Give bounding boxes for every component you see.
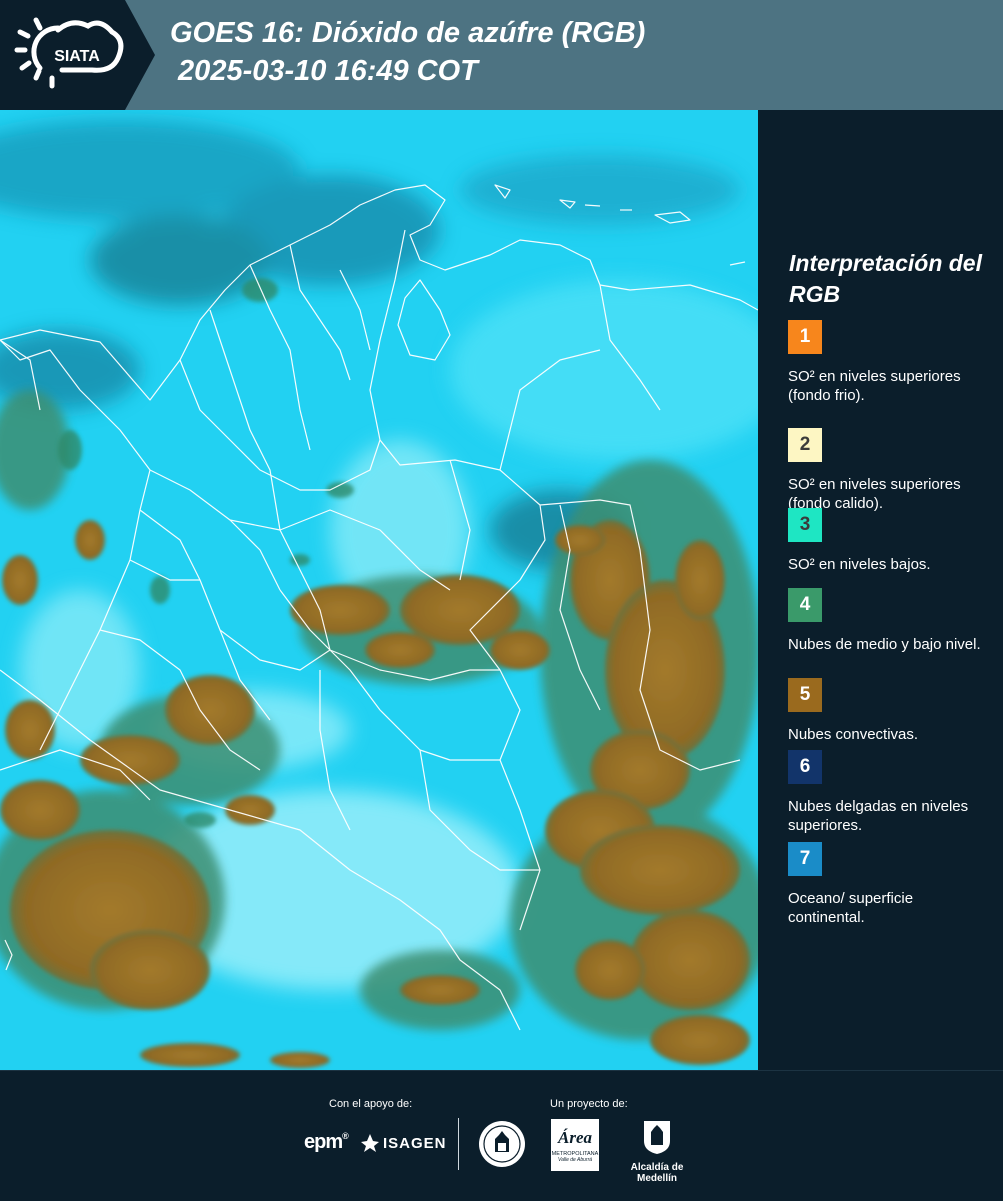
project-label: Un proyecto de: — [550, 1098, 628, 1110]
legend-swatch-1: 1 — [788, 320, 822, 354]
legend-item-4: 4 Nubes de medio y bajo nivel. — [788, 588, 993, 654]
legend-label-5: Nubes convectivas. — [788, 726, 919, 743]
legend-swatch-2: 2 — [788, 428, 822, 462]
isagen-mark-icon — [361, 1134, 379, 1152]
legend-label-7: Oceano/ superficie continental. — [788, 890, 914, 926]
legend-label-1: SO² en niveles superiores (fondo frio). — [788, 368, 961, 404]
legend-item-2: 2 SO² en niveles superiores (fondo calido… — [788, 428, 993, 513]
legend-panel: Interpretación del RGB 1 SO² en niveles s… — [759, 110, 1003, 1070]
header: SIATA GOES 16: Dióxido de azúfre (RGB) 2… — [0, 0, 1003, 110]
area-logo-sub2: Valle de Aburrá — [557, 1157, 593, 1163]
legend-label-6: Nubes delgadas en niveles superiores. — [788, 798, 969, 834]
legend-label-4: Nubes de medio y bajo nivel. — [788, 636, 981, 653]
legend-item-6: 6 Nubes delgadas en niveles superiores. — [788, 750, 993, 835]
epm-logo-text: epm — [304, 1131, 343, 1153]
isagen-logo-text: ISAGEN — [383, 1134, 447, 1152]
footer-divider — [458, 1118, 459, 1170]
alcaldia-shield-icon — [644, 1121, 670, 1154]
siata-logo[interactable]: SIATA — [0, 0, 155, 110]
footer: Con el apoyo de: Un proyecto de: epm® IS… — [0, 1070, 1003, 1201]
page-title: GOES 16: Dióxido de azúfre (RGB) 2025-03… — [170, 14, 645, 90]
satellite-map[interactable] — [0, 110, 758, 1070]
title-line-2: 2025-03-10 16:49 COT — [170, 55, 478, 87]
area-metropolitana-logo[interactable]: Área METROPOLITANA Valle de Aburrá — [551, 1119, 599, 1171]
isagen-logo[interactable]: ISAGEN — [360, 1133, 447, 1153]
legend-item-7: 7 Oceano/ superficie continental. — [788, 842, 993, 927]
legend-swatch-5: 5 — [788, 678, 822, 712]
legend-swatch-3: 3 — [788, 508, 822, 542]
alcaldia-logo[interactable]: Alcaldía de Medellín — [610, 1119, 704, 1184]
legend-item-1: 1 SO² en niveles superiores (fondo frio). — [788, 320, 993, 405]
title-line-1: GOES 16: Dióxido de azúfre (RGB) — [170, 17, 646, 49]
alcaldia-label: Alcaldía de Medellín — [630, 1162, 684, 1184]
siata-logo-text: SIATA — [54, 48, 100, 65]
epm-logo[interactable]: epm® — [304, 1131, 349, 1154]
legend-swatch-7: 7 — [788, 842, 822, 876]
legend-item-5: 5 Nubes convectivas. — [788, 678, 993, 744]
legend-title: Interpretación del RGB — [789, 250, 982, 307]
legend-label-3: SO² en niveles bajos. — [788, 556, 931, 573]
medellin-seal-logo[interactable] — [477, 1119, 527, 1174]
legend-swatch-6: 6 — [788, 750, 822, 784]
legend-item-3: 3 SO² en niveles bajos. — [788, 508, 993, 574]
area-logo-word: Área — [558, 1128, 592, 1147]
legend-swatch-4: 4 — [788, 588, 822, 622]
support-label: Con el apoyo de: — [329, 1098, 413, 1110]
